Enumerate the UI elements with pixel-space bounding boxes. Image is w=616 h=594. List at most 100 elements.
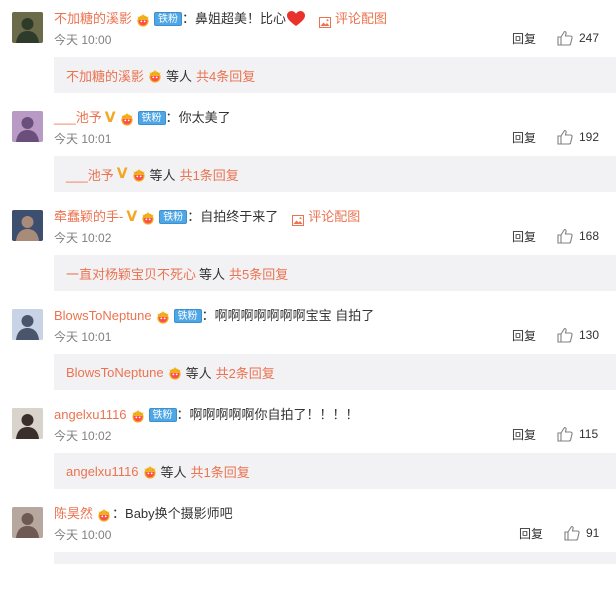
tiefen-badge: 铁粉 (148, 408, 177, 422)
colon: ： (182, 11, 196, 26)
comment-item: ___池予 V 铁粉：你太美了 今天 10:01 回复 192 ___池予 V 等人 共1条回复 (0, 99, 616, 198)
sub-reply-username[interactable]: angelxu1116 (66, 464, 139, 479)
comment-item: BlowsToNeptune 铁粉：啊啊啊啊啊啊啊宝宝 自拍了 今天 10:01 回复… (0, 297, 616, 396)
member-crown-icon[interactable] (96, 507, 112, 522)
sub-reply-others: 等人 (166, 68, 193, 84)
comment-username[interactable]: angelxu1116 (54, 405, 127, 425)
user-avatar[interactable] (12, 111, 43, 142)
comment-time: 今天 10:01 (54, 132, 112, 146)
thumbs-up-icon (557, 228, 573, 244)
comment-username[interactable]: 陈昊然 (54, 504, 93, 524)
comment-time: 今天 10:00 (54, 528, 112, 542)
tiefen-badge: 铁粉 (154, 12, 183, 26)
sub-reply-total-link[interactable]: 共4条回复 (196, 66, 255, 85)
comment-image-label: 评论配图 (308, 209, 361, 224)
sub-reply-username[interactable]: 不加糖的溪影 (66, 66, 144, 85)
thumbs-up-icon (557, 426, 573, 442)
like-count: 247 (579, 31, 600, 45)
like-count: 130 (579, 328, 600, 342)
sub-reply-others: 等人 (199, 266, 226, 282)
like-button[interactable]: 247 (557, 30, 599, 46)
comment-time: 今天 10:02 (54, 231, 112, 245)
user-avatar[interactable] (12, 408, 43, 439)
reply-button[interactable]: 回复 (512, 328, 536, 344)
reply-button[interactable]: 回复 (512, 427, 536, 443)
comment-time: 今天 10:00 (54, 33, 112, 47)
sub-reply-username[interactable]: BlowsToNeptune (66, 365, 164, 380)
vip-v-icon[interactable]: V (117, 166, 128, 182)
comment-body: ___池予 V 铁粉：你太美了 (54, 108, 231, 128)
sub-reply-summary[interactable]: ___池予 V 等人 共1条回复 (54, 156, 616, 192)
like-button[interactable]: 130 (557, 327, 599, 343)
vip-v-icon[interactable]: V (126, 207, 137, 227)
like-count: 115 (579, 427, 599, 441)
comment-text: 啊啊啊啊啊你自拍了！！！！ (189, 407, 359, 422)
member-crown-icon[interactable] (135, 12, 151, 27)
sub-reply-total-link[interactable]: 共1条回复 (191, 462, 250, 481)
sub-reply-others: 等人 (160, 464, 187, 480)
comment-body: 牵蠢颖的手- V 铁粉：自拍终于来了 评论配图 (54, 207, 360, 227)
like-button[interactable]: 168 (557, 228, 599, 244)
comment-body: 陈昊然 ： Baby换个摄影师吧 (54, 504, 233, 524)
sub-reply-total-link[interactable]: 共1条回复 (180, 165, 239, 184)
comment-body: BlowsToNeptune 铁粉：啊啊啊啊啊啊啊宝宝 自拍了 (54, 306, 374, 326)
reply-button[interactable]: 回复 (512, 130, 536, 146)
comment-image-link[interactable]: 评论配图 (292, 207, 360, 227)
comment-username[interactable]: ___池予 (54, 108, 102, 128)
sub-reply-summary[interactable]: BlowsToNeptune 等人 共2条回复 (54, 354, 616, 390)
sub-reply-summary (54, 552, 616, 564)
comment-item: 牵蠢颖的手- V 铁粉：自拍终于来了 评论配图 今天 10:02 回复 168 一直对杨颖宝贝… (0, 198, 616, 297)
sub-reply-summary[interactable]: 一直对杨颖宝贝不死心 等人 共5条回复 (54, 255, 616, 291)
tiefen-badge: 铁粉 (173, 309, 202, 323)
comment-text: 鼻姐超美！比心 (195, 11, 287, 26)
comment-image-link[interactable]: 评论配图 (319, 9, 387, 29)
sub-reply-total-link[interactable]: 共5条回复 (229, 264, 288, 283)
member-crown-icon[interactable] (130, 408, 146, 423)
user-avatar[interactable] (12, 12, 43, 43)
thumbs-up-icon (564, 525, 580, 541)
tiefen-badge: 铁粉 (159, 210, 188, 224)
user-avatar[interactable] (12, 507, 43, 538)
sub-reply-total-link[interactable]: 共2条回复 (216, 363, 275, 382)
sub-reply-summary[interactable]: 不加糖的溪影 等人 共4条回复 (54, 57, 616, 93)
colon: ： (187, 209, 201, 224)
comment-text: 啊啊啊啊啊啊啊宝宝 自拍了 (214, 308, 375, 323)
sub-reply-username[interactable]: 一直对杨颖宝贝不死心 (66, 264, 196, 283)
reply-button[interactable]: 回复 (512, 31, 536, 47)
comment-body: 不加糖的溪影 铁粉：鼻姐超美！比心 评论配图 (54, 9, 387, 29)
like-count: 192 (579, 130, 600, 144)
reply-button[interactable]: 回复 (512, 229, 536, 245)
member-crown-icon[interactable] (167, 365, 183, 380)
like-button[interactable]: 91 (564, 525, 599, 541)
user-avatar[interactable] (12, 210, 43, 241)
comment-image-label: 评论配图 (335, 11, 388, 26)
like-count: 168 (579, 229, 600, 243)
reply-button[interactable]: 回复 (519, 526, 543, 542)
member-crown-icon[interactable] (155, 309, 171, 324)
member-crown-icon[interactable] (119, 111, 135, 126)
comment-username[interactable]: BlowsToNeptune (54, 306, 152, 326)
like-button[interactable]: 115 (557, 426, 598, 442)
sub-reply-username[interactable]: ___池予 (66, 165, 114, 184)
member-crown-icon[interactable] (131, 167, 147, 182)
sub-reply-summary[interactable]: angelxu1116 等人 共1条回复 (54, 453, 616, 489)
member-crown-icon[interactable] (142, 464, 158, 479)
member-crown-icon[interactable] (147, 68, 163, 83)
vip-v-icon[interactable]: V (105, 108, 116, 128)
user-avatar[interactable] (12, 309, 43, 340)
image-icon (292, 212, 305, 226)
sub-reply-others: 等人 (185, 365, 212, 381)
image-icon (319, 14, 332, 28)
colon: ： (112, 506, 126, 521)
tiefen-badge: 铁粉 (137, 111, 166, 125)
comment-text: Baby换个摄影师吧 (125, 506, 233, 521)
comment-username[interactable]: 牵蠢颖的手- (54, 207, 123, 227)
comment-username[interactable]: 不加糖的溪影 (54, 9, 132, 29)
colon: ： (165, 110, 179, 125)
thumbs-up-icon (557, 327, 573, 343)
like-button[interactable]: 192 (557, 129, 599, 145)
colon: ： (176, 407, 190, 422)
comment-text: 你太美了 (178, 110, 231, 125)
member-crown-icon[interactable] (140, 210, 156, 225)
comment-time: 今天 10:01 (54, 330, 112, 344)
